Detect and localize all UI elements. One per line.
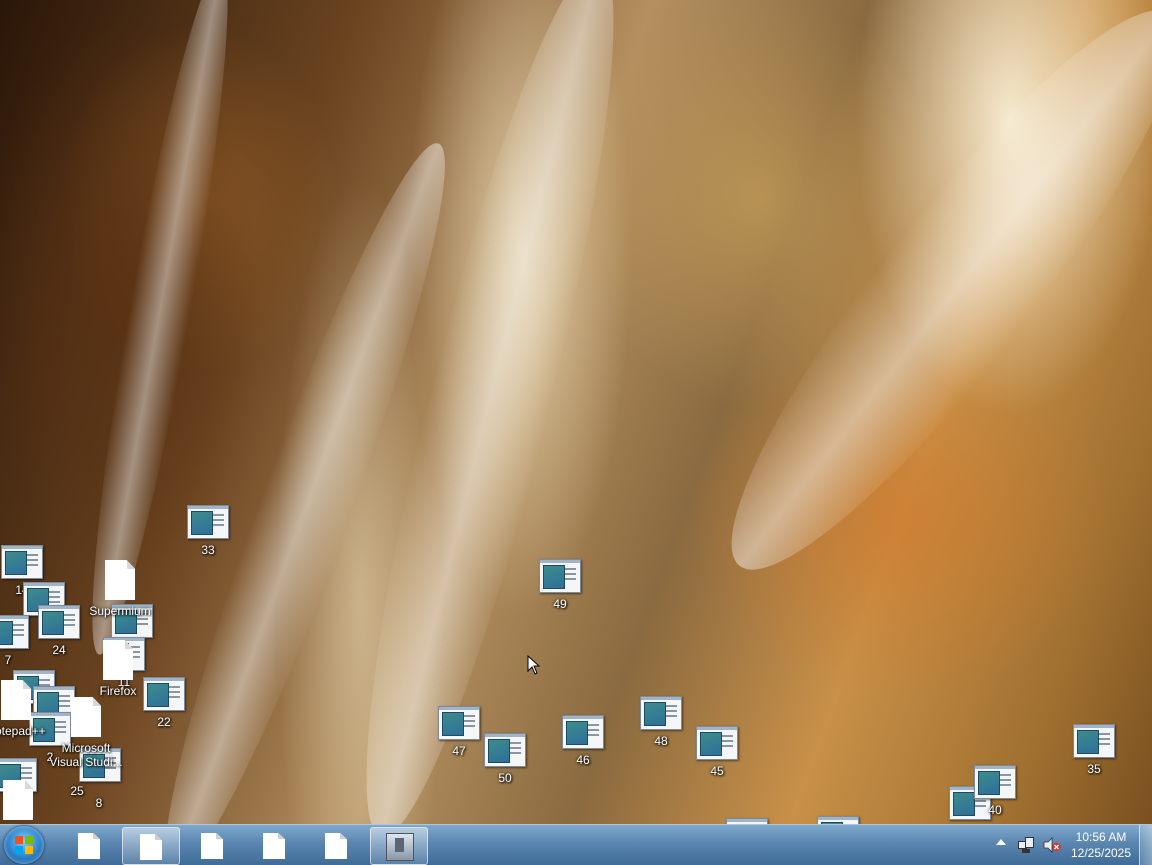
icon-label: 46 — [576, 753, 590, 767]
app-window-icon — [539, 559, 581, 593]
app-window-icon — [484, 733, 526, 767]
app-window-icon — [817, 816, 859, 824]
icon-label: 50 — [498, 771, 512, 785]
desktop-icon-33[interactable]: 33 — [170, 505, 246, 557]
mouse-pointer-icon — [527, 655, 541, 675]
show-hidden-icons-arrow-icon[interactable] — [996, 839, 1006, 845]
app-window-icon — [640, 696, 682, 730]
icon-label: Firefox — [99, 684, 137, 698]
document-icon — [201, 833, 223, 859]
icon-label: 8 — [95, 796, 103, 810]
desktop-icon-35[interactable]: 35 — [1056, 724, 1132, 776]
app-window-icon — [1073, 724, 1115, 758]
app-window-icon — [1, 545, 43, 579]
app-window-icon — [0, 615, 29, 649]
document-icon — [103, 640, 133, 680]
network-icon[interactable] — [1018, 837, 1034, 853]
icon-label: 33 — [201, 543, 215, 557]
app-window-icon — [696, 726, 738, 760]
icon-label: 35 — [1087, 762, 1101, 776]
desktop-icon-8[interactable]: 8 — [61, 752, 137, 810]
desktop-icon-40[interactable]: 40 — [957, 765, 1033, 817]
app-window-icon — [187, 505, 229, 539]
app-window-icon — [562, 715, 604, 749]
clock-time: 10:56 AM — [1075, 830, 1127, 844]
wallpaper-sheen — [680, 0, 1152, 612]
icon-label: 40 — [988, 803, 1002, 817]
document-icon — [325, 833, 347, 859]
desktop-icon-doc-bottom[interactable] — [0, 780, 56, 824]
icon-label: 45 — [710, 764, 724, 778]
desktop-icon-supermium[interactable]: Supermium — [82, 560, 158, 618]
clock[interactable]: 10:56 AM 12/25/2025 — [1066, 829, 1136, 861]
desktop-icon-50[interactable]: 50 — [467, 733, 543, 785]
taskbar-button-installer[interactable] — [370, 827, 428, 865]
clock-date: 12/25/2025 — [1070, 846, 1132, 860]
icon-label: 49 — [553, 597, 567, 611]
document-icon — [3, 780, 33, 820]
desktop[interactable]: 33 14 24 7 11 22 2 47 50 46 48 45 49 35 … — [0, 0, 1152, 824]
taskbar-button-document-4[interactable] — [246, 827, 302, 863]
desktop-icon-7[interactable]: 7 — [0, 615, 46, 667]
icon-label: Notepad++ — [0, 724, 46, 738]
desktop-icon-49[interactable]: 49 — [522, 559, 598, 611]
document-icon — [105, 560, 135, 600]
desktop-icon-notepadpp[interactable]: Notepad++ — [0, 680, 54, 738]
document-icon — [71, 697, 101, 737]
desktop-icon-45[interactable]: 45 — [679, 726, 755, 778]
taskbar-button-document-2[interactable] — [122, 827, 180, 865]
document-icon — [78, 833, 100, 859]
windows-logo-icon — [15, 836, 33, 854]
taskbar-button-document-3[interactable] — [184, 827, 240, 863]
volume-muted-icon[interactable] — [1043, 837, 1061, 853]
icon-label: 7 — [4, 653, 12, 667]
document-icon — [1, 680, 31, 720]
icon-label: Supermium — [89, 604, 151, 618]
taskbar: 10:56 AM 12/25/2025 — [0, 824, 1152, 865]
icon-label: 22 — [157, 715, 171, 729]
desktop-icon-46[interactable]: 46 — [545, 715, 621, 767]
desktop-icon-firefox[interactable]: Firefox — [80, 640, 156, 698]
installer-icon — [386, 833, 414, 861]
document-icon — [263, 833, 285, 859]
desktop-icon-partial-b[interactable] — [800, 816, 876, 824]
taskbar-button-document-5[interactable] — [308, 827, 364, 863]
app-window-icon — [974, 765, 1016, 799]
show-desktop-button[interactable] — [1139, 825, 1152, 865]
document-icon — [140, 834, 162, 860]
start-button[interactable] — [4, 826, 44, 864]
taskbar-button-document-1[interactable] — [61, 827, 117, 863]
